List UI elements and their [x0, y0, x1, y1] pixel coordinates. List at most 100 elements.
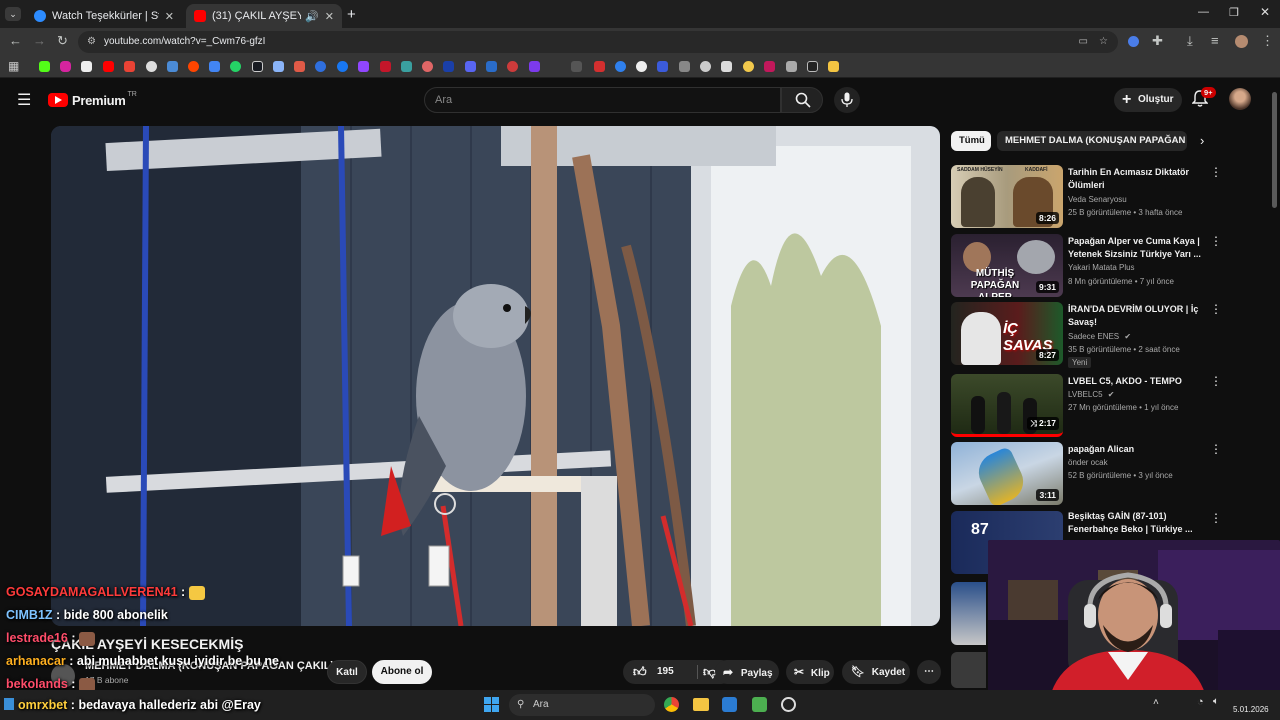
minimize-icon[interactable]: —: [1198, 6, 1209, 18]
bookmark-site-icon[interactable]: [679, 61, 690, 72]
bookmark-site-icon[interactable]: [486, 61, 497, 72]
voice-search-button[interactable]: [834, 87, 860, 113]
video-thumbnail[interactable]: SADDAM HÜSEYİN KADDAFİ 8:26: [951, 165, 1063, 228]
video-title[interactable]: İRAN'DA DEVRİM OLUYOR | İç Savaş!: [1068, 303, 1203, 329]
bookmark-site-icon[interactable]: [529, 61, 540, 72]
save-button[interactable]: 🔖︎ Kaydet: [842, 660, 910, 684]
bookmark-site-icon[interactable]: [422, 61, 433, 72]
share-button[interactable]: ➦ Paylaş: [715, 660, 779, 684]
bookmark-instagram-icon[interactable]: [60, 61, 71, 72]
chip-all[interactable]: Tümü: [951, 131, 991, 151]
bookmark-site-icon[interactable]: [294, 61, 305, 72]
more-vertical-icon[interactable]: ⋮: [1210, 374, 1222, 388]
bookmark-site-icon[interactable]: [167, 61, 178, 72]
more-vertical-icon[interactable]: ⋮: [1210, 511, 1222, 525]
notifications-button[interactable]: 9+: [1191, 87, 1216, 110]
clip-button[interactable]: ✂ Klip: [786, 660, 834, 684]
bookmark-reddit-icon[interactable]: [188, 61, 199, 72]
bookmark-star-icon[interactable]: ☆: [1099, 31, 1108, 53]
search-button[interactable]: [781, 87, 823, 113]
bookmark-facebook-icon[interactable]: [337, 61, 348, 72]
bookmark-site-icon[interactable]: [273, 61, 284, 72]
video-thumbnail[interactable]: ⤨ 2:17: [951, 374, 1063, 437]
channel-name[interactable]: Veda Senaryosu: [1068, 195, 1127, 204]
app-icon[interactable]: [781, 697, 796, 712]
bookmark-site-icon[interactable]: [700, 61, 711, 72]
join-button[interactable]: Katıl: [327, 660, 367, 684]
recommended-video[interactable]: 3:11 papağan Alican önder ocak 52 B görü…: [950, 442, 1222, 506]
bookmark-site-icon[interactable]: [786, 61, 797, 72]
close-icon[interactable]: ✕: [1260, 5, 1270, 19]
more-actions-button[interactable]: ⋯: [917, 660, 941, 684]
bookmark-site-icon[interactable]: [594, 61, 605, 72]
address-bar[interactable]: ⚙ youtube.com/watch?v=_Cwm76-gfzI ▭ ☆: [78, 31, 1118, 53]
bookmark-site-icon[interactable]: [743, 61, 754, 72]
bookmark-kick-icon[interactable]: [39, 61, 50, 72]
bookmark-site-icon[interactable]: [315, 61, 326, 72]
bookmark-site-icon[interactable]: [615, 61, 626, 72]
create-button[interactable]: + Oluştur: [1114, 88, 1182, 112]
bookmark-translate-icon[interactable]: [209, 61, 220, 72]
subscribe-button[interactable]: Abone ol: [372, 660, 432, 684]
taskbar-date[interactable]: 5.01.2026: [1233, 705, 1269, 714]
hamburger-menu-icon[interactable]: ☰: [17, 90, 31, 110]
video-title[interactable]: papağan Alican: [1068, 443, 1203, 456]
store-icon[interactable]: [722, 697, 737, 712]
bookmark-site-icon[interactable]: [507, 61, 518, 72]
forward-icon[interactable]: →: [33, 33, 46, 48]
app-icon[interactable]: [752, 697, 767, 712]
file-explorer-icon[interactable]: [693, 698, 709, 711]
download-icon[interactable]: ⤓: [1187, 33, 1193, 49]
bookmark-twitch-icon[interactable]: [358, 61, 369, 72]
restore-icon[interactable]: ❐: [1229, 6, 1239, 19]
tab-streamable[interactable]: Watch Teşekkürler | Streamable ✕: [26, 4, 182, 28]
video-thumbnail[interactable]: İÇ SAVAŞ 8:27: [951, 302, 1063, 365]
close-tab-icon[interactable]: ✕: [325, 10, 334, 23]
bookmark-site-icon[interactable]: [764, 61, 775, 72]
more-vertical-icon[interactable]: ⋮: [1210, 165, 1222, 179]
channel-name[interactable]: önder ocak: [1068, 458, 1108, 467]
bookmark-google-icon[interactable]: [146, 61, 157, 72]
search-input[interactable]: Ara: [424, 87, 781, 113]
tab-search-icon[interactable]: ⌄: [5, 7, 21, 21]
bookmark-youtube-icon[interactable]: [103, 61, 114, 72]
chevron-right-icon[interactable]: ›: [1200, 133, 1204, 148]
bookmark-site-icon[interactable]: [807, 61, 818, 72]
bookmark-x-icon[interactable]: [81, 61, 92, 72]
bookmark-site-icon[interactable]: [571, 61, 582, 72]
chrome-icon[interactable]: [664, 697, 679, 712]
more-vertical-icon[interactable]: ⋮: [1210, 302, 1222, 316]
wifi-icon[interactable]: ◔: [1197, 696, 1204, 708]
tab-youtube[interactable]: (31) ÇAKIL AYŞEYİ KESECEKMİŞ - YouTube 🔊…: [186, 4, 342, 28]
bookmark-site-icon[interactable]: [657, 61, 668, 72]
channel-row[interactable]: LVBELC5 ✔: [1068, 390, 1114, 399]
channel-row[interactable]: Sadece ENES ✔: [1068, 332, 1131, 341]
bookmark-site-icon[interactable]: [636, 61, 647, 72]
taskbar-search[interactable]: ⚲ Ara: [509, 694, 655, 716]
recommended-video[interactable]: SADDAM HÜSEYİN KADDAFİ 8:26 Tarihin En A…: [950, 165, 1222, 229]
bookmark-site-icon[interactable]: [380, 61, 391, 72]
page-scrollbar[interactable]: [1272, 92, 1277, 208]
back-icon[interactable]: ←: [9, 33, 22, 48]
bookmark-gmail-icon[interactable]: [124, 61, 135, 72]
video-thumbnail[interactable]: MÜTHİŞ PAPAĞAN ALPER 9:31: [951, 234, 1063, 297]
bookmark-steam-icon[interactable]: [252, 61, 263, 72]
video-title[interactable]: Tarihin En Acımasız Diktatör Ölümleri: [1068, 166, 1203, 192]
chevron-up-icon[interactable]: ˄: [1153, 697, 1159, 708]
windows-start-icon[interactable]: [484, 697, 499, 712]
site-info-icon[interactable]: ⚙: [87, 31, 96, 53]
more-vertical-icon[interactable]: ⋮: [1210, 234, 1222, 248]
chip-channel[interactable]: MEHMET DALMA (KONUŞAN PAPAĞAN ÇAKIL): [997, 131, 1187, 151]
video-thumbnail[interactable]: 3:11: [951, 442, 1063, 505]
reading-list-icon[interactable]: ≡: [1211, 33, 1219, 48]
video-title[interactable]: Papağan Alper ve Cuma Kaya | Yetenek Siz…: [1068, 235, 1203, 261]
speaker-icon[interactable]: 🔊: [305, 10, 319, 23]
profile-avatar[interactable]: [1235, 35, 1248, 48]
extension-icon[interactable]: [1128, 36, 1139, 47]
apps-grid-icon[interactable]: ▦: [8, 59, 19, 73]
youtube-logo[interactable]: Premium TR: [48, 91, 137, 108]
like-button[interactable]: 👍︎ 195: [623, 660, 697, 684]
recommended-video-thumbnail[interactable]: [951, 652, 986, 688]
bookmark-site-icon[interactable]: [721, 61, 732, 72]
recommended-video[interactable]: ⤨ 2:17 LVBEL C5, AKDO - TEMPO LVBELC5 ✔ …: [950, 374, 1222, 438]
